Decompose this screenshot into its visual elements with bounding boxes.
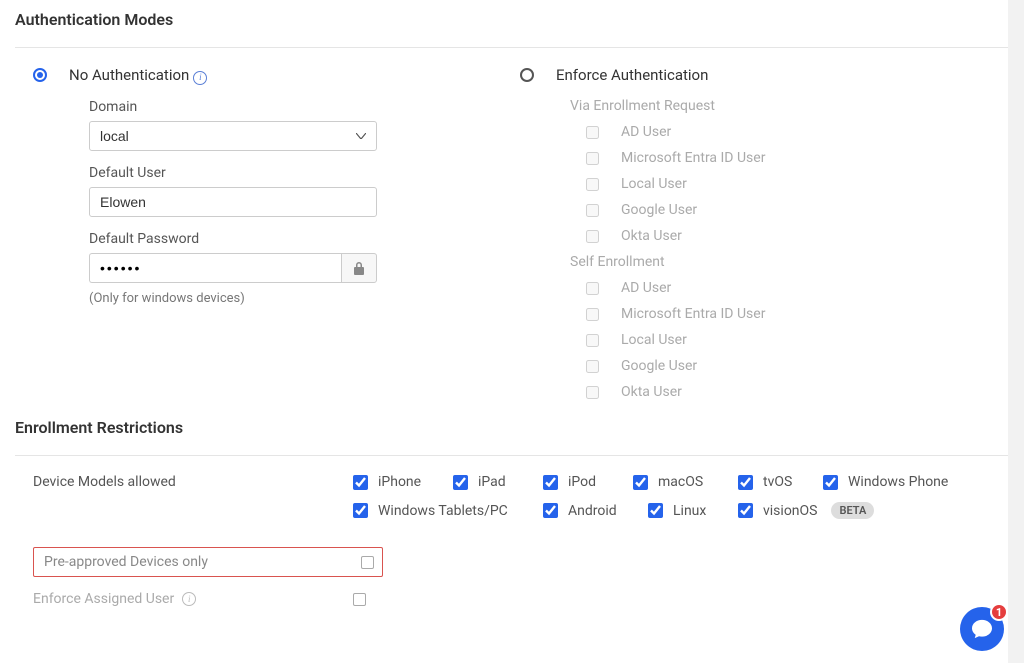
- macos-label: macOS: [658, 474, 703, 490]
- restrictions-divider: [15, 455, 1009, 456]
- tvos-label: tvOS: [763, 474, 792, 490]
- domain-select[interactable]: local: [89, 121, 377, 151]
- windows-tablets-label: Windows Tablets/PC: [378, 503, 508, 519]
- linux-label: Linux: [673, 503, 706, 519]
- no-auth-label: No Authenticationi: [69, 66, 207, 85]
- iphone-label: iPhone: [378, 474, 421, 490]
- linux-checkbox[interactable]: [648, 503, 663, 518]
- pre-approved-label: Pre-approved Devices only: [44, 554, 208, 570]
- enforce-assigned-checkbox[interactable]: [353, 593, 366, 606]
- android-checkbox[interactable]: [543, 503, 558, 518]
- info-icon[interactable]: i: [182, 592, 196, 606]
- no-auth-radio[interactable]: [33, 68, 47, 82]
- iphone-checkbox[interactable]: [353, 475, 368, 490]
- windows-tablets-checkbox[interactable]: [353, 503, 368, 518]
- self-okta-user-label: Okta User: [621, 384, 682, 400]
- enforce-assigned-label: Enforce Assigned User: [33, 591, 174, 607]
- android-label: Android: [568, 503, 617, 519]
- ipod-checkbox[interactable]: [543, 475, 558, 490]
- via-google-user-label: Google User: [621, 202, 697, 218]
- pre-approved-checkbox[interactable]: [361, 556, 374, 569]
- via-ad-user-label: AD User: [621, 124, 671, 140]
- self-local-user-label: Local User: [621, 332, 687, 348]
- self-ad-user-label: AD User: [621, 280, 671, 296]
- self-okta-user-checkbox[interactable]: [586, 386, 599, 399]
- tvos-checkbox[interactable]: [738, 475, 753, 490]
- chat-badge: 1: [990, 603, 1008, 621]
- ipad-checkbox[interactable]: [453, 475, 468, 490]
- auth-modes-title: Authentication Modes: [15, 10, 1009, 37]
- macos-checkbox[interactable]: [633, 475, 648, 490]
- visionos-checkbox[interactable]: [738, 503, 753, 518]
- via-okta-user-label: Okta User: [621, 228, 682, 244]
- enforce-auth-label: Enforce Authentication: [556, 66, 708, 84]
- via-ad-user-checkbox[interactable]: [586, 126, 599, 139]
- self-google-user-checkbox[interactable]: [586, 360, 599, 373]
- device-models-label: Device Models allowed: [33, 474, 353, 490]
- domain-label: Domain: [89, 99, 512, 115]
- password-helper-text: (Only for windows devices): [89, 291, 512, 306]
- page-right-shadow: [1008, 0, 1024, 663]
- beta-badge: BETA: [831, 502, 874, 519]
- visionos-label: visionOS: [763, 503, 817, 519]
- ipad-label: iPad: [478, 474, 506, 490]
- via-google-user-checkbox[interactable]: [586, 204, 599, 217]
- self-google-user-label: Google User: [621, 358, 697, 374]
- via-entra-user-checkbox[interactable]: [586, 152, 599, 165]
- enforce-auth-radio[interactable]: [520, 68, 534, 82]
- self-ad-user-checkbox[interactable]: [586, 282, 599, 295]
- default-user-label: Default User: [89, 165, 512, 181]
- auth-modes-divider: [15, 47, 1009, 48]
- windows-phone-label: Windows Phone: [848, 474, 948, 490]
- default-password-label: Default Password: [89, 231, 512, 247]
- ipod-label: iPod: [568, 474, 596, 490]
- via-okta-user-checkbox[interactable]: [586, 230, 599, 243]
- via-local-user-label: Local User: [621, 176, 687, 192]
- self-entra-user-label: Microsoft Entra ID User: [621, 306, 765, 322]
- windows-phone-checkbox[interactable]: [823, 475, 838, 490]
- info-icon[interactable]: i: [193, 71, 207, 85]
- self-enrollment-header: Self Enrollment: [570, 254, 1009, 270]
- restrictions-title: Enrollment Restrictions: [15, 418, 1009, 445]
- via-local-user-checkbox[interactable]: [586, 178, 599, 191]
- device-models-grid: iPhone iPad iPod macOS tvOS Windows Phon…: [353, 474, 1009, 531]
- via-enrollment-header: Via Enrollment Request: [570, 98, 1009, 114]
- self-entra-user-checkbox[interactable]: [586, 308, 599, 321]
- chat-button[interactable]: 1: [960, 607, 1004, 651]
- chat-icon: [971, 619, 993, 639]
- lock-icon[interactable]: [341, 253, 377, 283]
- via-entra-user-label: Microsoft Entra ID User: [621, 150, 765, 166]
- self-local-user-checkbox[interactable]: [586, 334, 599, 347]
- default-user-input[interactable]: [89, 187, 377, 217]
- pre-approved-box: Pre-approved Devices only: [33, 547, 383, 577]
- default-password-input[interactable]: [89, 253, 341, 283]
